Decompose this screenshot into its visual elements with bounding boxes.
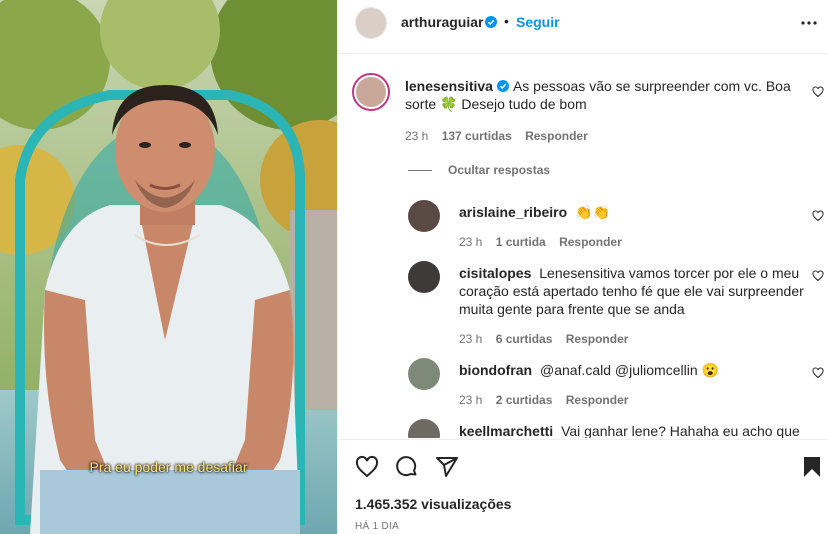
comment-meta: 23 h 6 curtidas Responder: [459, 332, 638, 346]
hide-replies-button[interactable]: Ocultar respostas: [408, 163, 550, 177]
commenter-username[interactable]: lenesensitiva: [405, 78, 493, 94]
comment-time: 23 h: [405, 129, 429, 143]
post-timestamp: HÁ 1 DIA: [355, 521, 400, 532]
comment-text: @anaf.cald @juliomcellin 😮: [540, 362, 719, 378]
reply-item: arislaine_ribeiro 👏👏: [408, 200, 808, 240]
view-count[interactable]: 1.465.352 visualizações: [355, 496, 511, 512]
reply-button[interactable]: Responder: [566, 393, 629, 407]
reply-item: biondofran @anaf.cald @juliomcellin 😮: [408, 358, 808, 398]
heart-icon[interactable]: [812, 270, 824, 282]
author-username[interactable]: arthuraguiar: [401, 14, 483, 30]
commenter-username[interactable]: keellmarchetti: [459, 423, 553, 438]
separator-dot: •: [504, 13, 509, 29]
heart-icon[interactable]: [812, 210, 824, 222]
post-video[interactable]: Pra eu poder me desafiar: [0, 0, 337, 534]
comment-body: keellmarchetti Vai ganhar lene? Hahaha e…: [459, 422, 809, 438]
reply-button[interactable]: Responder: [566, 332, 629, 346]
comment-time: 23 h: [459, 332, 483, 346]
hide-replies-label: Ocultar respostas: [448, 163, 551, 177]
comment-text: 👏👏: [575, 204, 610, 220]
heart-icon[interactable]: [812, 367, 824, 379]
heart-icon[interactable]: [812, 86, 824, 98]
reply-button[interactable]: Responder: [525, 129, 588, 143]
video-frame: [0, 0, 337, 534]
commenter-username[interactable]: arislaine_ribeiro: [459, 204, 567, 220]
more-options-icon[interactable]: [799, 13, 819, 33]
comment-likes[interactable]: 1 curtida: [496, 235, 546, 249]
commenter-username[interactable]: cisitalopes: [459, 265, 531, 281]
follow-button[interactable]: Seguir: [516, 14, 560, 30]
share-icon[interactable]: [435, 455, 459, 479]
comment-text: Vai ganhar lene? Hahaha eu acho que: [561, 423, 800, 438]
comment-likes[interactable]: 6 curtidas: [496, 332, 553, 346]
comment-body: biondofran @anaf.cald @juliomcellin 😮: [459, 361, 809, 379]
commenter-avatar[interactable]: [408, 358, 440, 390]
verified-icon: [496, 80, 509, 92]
verified-icon: [485, 16, 497, 28]
comment-icon[interactable]: [395, 455, 419, 479]
bookmark-icon[interactable]: [800, 455, 824, 479]
comment-body: lenesensitiva As pessoas vão se surpreend…: [405, 77, 793, 113]
commenter-username[interactable]: biondofran: [459, 362, 532, 378]
commenter-avatar[interactable]: [408, 200, 440, 232]
comment-likes[interactable]: 137 curtidas: [442, 129, 512, 143]
commenter-avatar[interactable]: [408, 419, 440, 438]
commenter-avatar[interactable]: [352, 73, 390, 111]
reply-item: keellmarchetti Vai ganhar lene? Hahaha e…: [408, 419, 808, 438]
video-caption: Pra eu poder me desafiar: [89, 459, 248, 475]
post-panel: arthuraguiar • Seguir lenesensitiva As pe…: [337, 0, 828, 534]
comments-list[interactable]: lenesensitiva As pessoas vão se surpreend…: [338, 55, 828, 438]
comment-meta: 23 h 1 curtida Responder: [459, 235, 632, 249]
comment-meta: 23 h 137 curtidas Responder: [405, 129, 598, 143]
reply-item: cisitalopes Lenesensitiva vamos torcer p…: [408, 261, 808, 321]
divider-line: [408, 169, 432, 171]
comment-meta: 23 h 2 curtidas Responder: [459, 393, 638, 407]
comment-body: arislaine_ribeiro 👏👏: [459, 203, 809, 221]
comment-body: cisitalopes Lenesensitiva vamos torcer p…: [459, 264, 809, 318]
post-header: arthuraguiar • Seguir: [338, 0, 828, 54]
commenter-avatar[interactable]: [408, 261, 440, 293]
post-actions: 1.465.352 visualizações HÁ 1 DIA: [338, 439, 828, 534]
comment-likes[interactable]: 2 curtidas: [496, 393, 553, 407]
reply-button[interactable]: Responder: [559, 235, 622, 249]
heart-icon[interactable]: [355, 455, 379, 479]
comment-time: 23 h: [459, 235, 483, 249]
comment-time: 23 h: [459, 393, 483, 407]
author-avatar[interactable]: [355, 7, 387, 39]
